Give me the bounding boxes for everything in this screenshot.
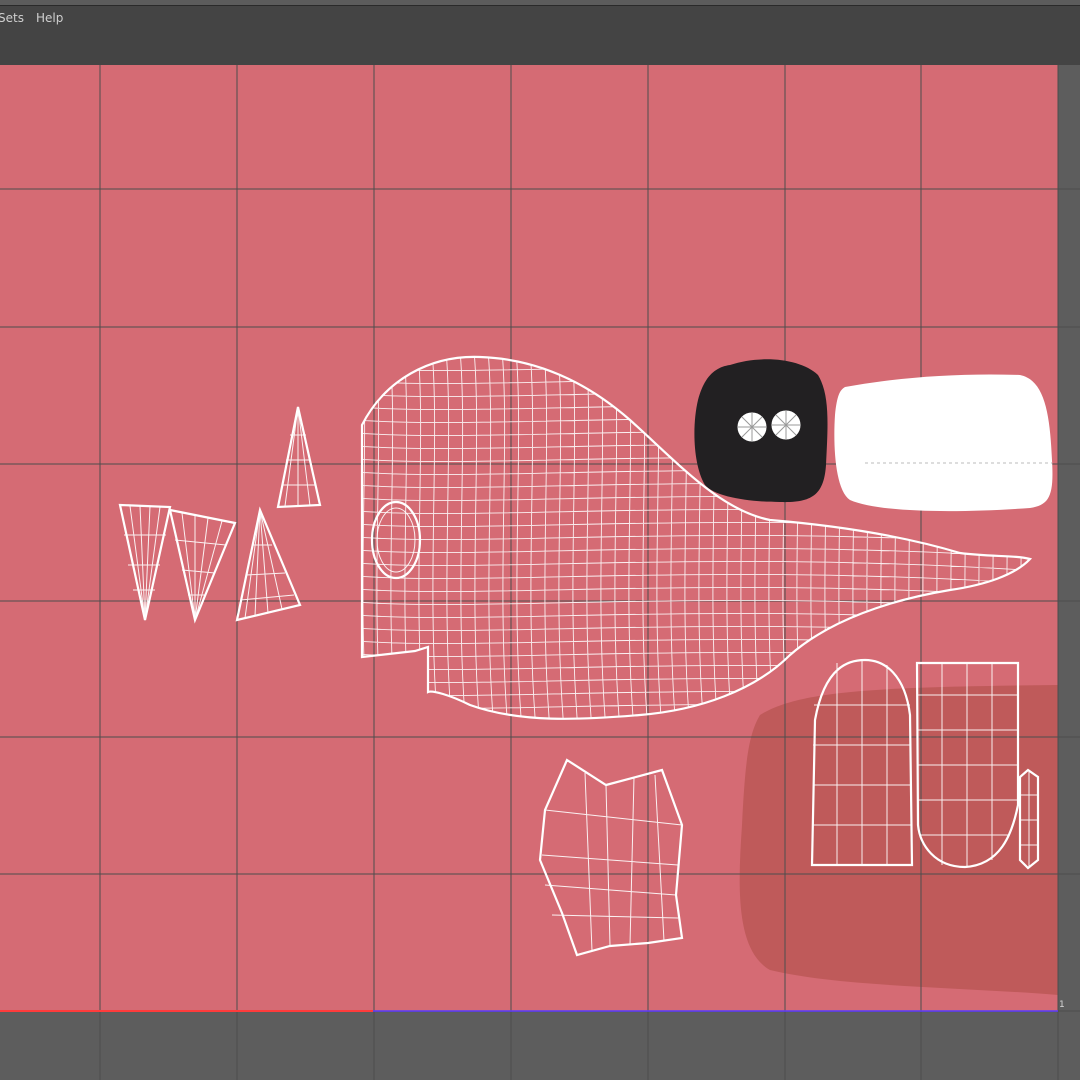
eye-pupil-right [771, 410, 801, 440]
menu-item-sets[interactable]: Sets [0, 11, 24, 25]
uv-editor-viewport[interactable]: 1 [0, 65, 1080, 1080]
texture-shadow-patch [739, 685, 1058, 995]
toolbar [0, 31, 1080, 65]
uv-corner-label: 1 [1059, 1000, 1065, 1010]
uv-canvas[interactable] [0, 65, 1080, 1080]
white-patch [834, 374, 1053, 512]
menu-bar: Sets Help [0, 5, 1080, 31]
menu-item-help[interactable]: Help [36, 11, 63, 25]
eye-pupil-left [737, 412, 767, 442]
